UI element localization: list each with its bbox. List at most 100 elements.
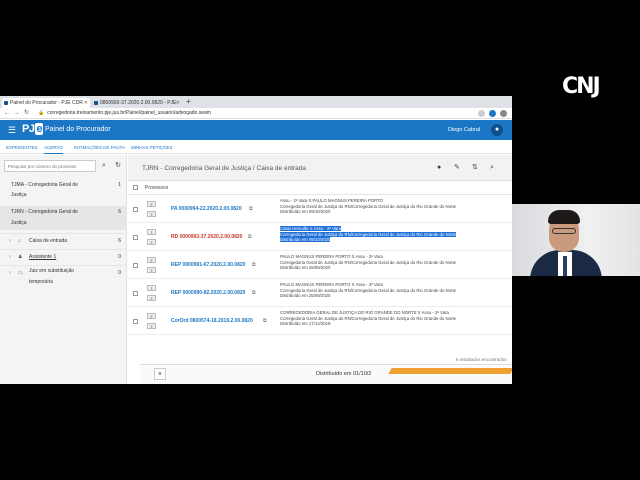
user-name[interactable]: Diego Cabral	[448, 125, 480, 135]
table-row[interactable]: ≡ ≡ RD 0000993-37.2020.2.00.0820 ⧉ Caslo…	[128, 225, 512, 251]
sidebar: ⌕ ↻ TJMA - Corregedoria Geral de Justiça…	[0, 155, 127, 384]
sidebar-item-tjrn[interactable]: TJRN - Corregedoria Geral de Justiça 6	[0, 206, 127, 230]
copy-icon[interactable]: ⧉	[249, 206, 253, 213]
menu-icon[interactable]: ≡	[147, 313, 156, 319]
menu-icon[interactable]: ≡	[154, 368, 166, 380]
browser-tab-process[interactable]: 0800993-37.2020.2.00.0820 - PJE ✕	[92, 98, 182, 108]
menu-icon[interactable]: ≡	[147, 285, 156, 291]
table-row[interactable]: ≡ ≡ REP 0000990-82.2020.2.00.0820 ⧉ PAUL…	[128, 281, 512, 307]
pje-favicon-icon	[4, 101, 8, 105]
list-header: Processos	[128, 181, 512, 195]
extension-icon[interactable]	[489, 110, 496, 117]
inbox-icon: ▭	[18, 270, 23, 276]
chevron-right-icon: ›	[9, 238, 11, 244]
tab-acervo[interactable]: ACERVO	[44, 144, 63, 154]
tab-intimacoes-de-pauta[interactable]: INTIMAÇÕES DE PAUTA	[74, 144, 125, 151]
copy-icon[interactable]: ⧉	[252, 290, 256, 297]
tag-icon[interactable]: ✎	[454, 163, 460, 172]
process-distribution: Distribuído em 01/10/2	[316, 371, 372, 377]
video-frame: CNJ Painel do Procurador - PJE CDR ✕ 080…	[0, 0, 640, 480]
breadcrumb: TJRN - Corregedoria Geral de Justiça / C…	[142, 165, 307, 172]
sidebar-item-label: Justiça	[11, 220, 27, 226]
user-avatar-icon[interactable]: ●	[491, 124, 503, 136]
sidebar-item-juiz-substituicao[interactable]: › ▭ Juiz em substituição temporária 0	[0, 265, 127, 289]
row-checkbox[interactable]	[133, 207, 138, 212]
sidebar-item-count: 6	[118, 209, 121, 215]
home-icon: ⌂	[18, 238, 22, 244]
forward-icon[interactable]: →	[14, 109, 20, 118]
process-search-input[interactable]	[4, 160, 96, 172]
search-icon[interactable]: ⌕	[98, 160, 110, 172]
address-bar: ← → ↻ 🔒 corregedoria.treinamento.pje.jus.…	[0, 108, 512, 119]
bottom-overlay: ≡ Distribuído em 01/10/2	[140, 364, 512, 384]
pje-favicon-icon	[94, 101, 98, 105]
sidebar-item-caixa-de-entrada[interactable]: › ⌂ Caixa de entrada 6	[0, 233, 127, 247]
row-checkbox[interactable]	[133, 235, 138, 240]
sidebar-item-label: temporária	[29, 279, 53, 285]
close-icon[interactable]: ✕	[176, 98, 180, 108]
sidebar-item-label: Assistente 1	[29, 254, 57, 260]
process-distribution: Distribuído em 25/09/2020	[280, 265, 331, 271]
task-icon[interactable]: ≡	[147, 295, 156, 301]
process-number[interactable]: PA 0000994-22.2020.2.00.0820	[171, 206, 242, 213]
sidebar-item-label: Juiz em substituição	[29, 268, 75, 274]
process-info: PAULO MAGNUS PEREIRA PORTO X Assu - 2ª V…	[280, 254, 508, 271]
process-info: CORREGEDORIA GERAL DE JUSTIÇA DO RIO GRA…	[280, 310, 508, 327]
menu-icon[interactable]: ≡	[147, 201, 156, 207]
hamburger-menu-icon[interactable]: ☰	[8, 125, 16, 135]
browser-tab-label: Painel do Procurador - PJE CDR	[10, 100, 83, 106]
pje-header: ☰ PJ e Painel do Procurador Diego Cabral …	[0, 120, 512, 140]
process-number[interactable]: REP 0000991-67.2020.2.00.0820	[171, 262, 245, 269]
refresh-icon[interactable]: ↻	[112, 160, 124, 172]
tab-minhas-peticoes[interactable]: MINHAS PETIÇÕES	[131, 144, 173, 151]
chevron-right-icon: ›	[9, 254, 11, 260]
sidebar-item-assistente-1[interactable]: › ♟ Assistente 1 0	[0, 249, 127, 263]
process-number[interactable]: CorOrd 0800574-18.2019.2.00.0820	[171, 318, 253, 325]
table-row[interactable]: ≡ ≡ CorOrd 0800574-18.2019.2.00.0820 ⧉ C…	[128, 309, 512, 335]
reload-icon[interactable]: ↻	[24, 109, 29, 118]
process-number[interactable]: RD 0000993-37.2020.2.00.0820	[171, 234, 242, 241]
new-tab-icon[interactable]: +	[186, 97, 191, 107]
browser-tabstrip: Painel do Procurador - PJE CDR ✕ 0800993…	[0, 96, 512, 108]
process-court: Corregedoria Geral de Justiça do RN/Corr…	[280, 231, 457, 237]
copy-icon[interactable]: ⧉	[248, 234, 252, 241]
menu-icon[interactable]: ≡	[147, 229, 156, 235]
sidebar-item-label: TJMA - Corregedoria Geral de	[11, 182, 78, 188]
star-icon[interactable]	[478, 110, 485, 117]
close-icon[interactable]: ✕	[84, 98, 88, 108]
record-icon[interactable]: ●	[437, 163, 441, 172]
sort-icon[interactable]: ⇅	[472, 163, 478, 172]
process-parties: Caslo Hercullis X Assu - 2ª Vara	[280, 226, 341, 231]
row-checkbox[interactable]	[133, 263, 138, 268]
task-icon[interactable]: ≡	[147, 323, 156, 329]
url-field[interactable]: 🔒 corregedoria.treinamento.pje.jus.br/Pai…	[38, 109, 478, 118]
process-info: Assu - 2ª Vara X PAULO MAGNUS PEREIRA PO…	[280, 198, 508, 215]
sidebar-item-count: 1	[118, 182, 121, 188]
menu-icon[interactable]: ≡	[147, 257, 156, 263]
webcam-feed	[512, 204, 640, 276]
task-icon[interactable]: ≡	[147, 267, 156, 273]
table-row[interactable]: ≡ ≡ PA 0000994-22.2020.2.00.0820 ⧉ Assu …	[128, 197, 512, 223]
select-all-checkbox[interactable]	[133, 185, 138, 190]
back-icon[interactable]: ←	[4, 109, 10, 118]
glasses	[552, 228, 576, 234]
browser-tab-painel[interactable]: Painel do Procurador - PJE CDR ✕	[2, 98, 90, 108]
task-icon[interactable]: ≡	[147, 211, 156, 217]
sidebar-item-tjma[interactable]: TJMA - Corregedoria Geral de Justiça 1	[0, 180, 127, 202]
task-icon[interactable]: ≡	[147, 239, 156, 245]
copy-icon[interactable]: ⧉	[263, 318, 267, 325]
copy-icon[interactable]: ⧉	[252, 262, 256, 269]
menu-dots-icon[interactable]	[500, 110, 507, 117]
sidebar-item-label: Caixa de entrada	[29, 238, 68, 244]
lock-icon: 🔒	[38, 110, 45, 116]
pje-logo[interactable]: PJ e	[22, 123, 44, 136]
process-distribution: Distribuído em 25/09/2020	[280, 293, 331, 299]
table-row[interactable]: ≡ ≡ REP 0000991-67.2020.2.00.0820 ⧉ PAUL…	[128, 253, 512, 279]
process-distribution: Distribuído em 09/10/2020	[280, 209, 331, 215]
tab-expedientes[interactable]: EXPEDIENTES	[6, 144, 38, 151]
row-checkbox[interactable]	[133, 319, 138, 324]
process-distribution: Distribuído em 17/12/2019	[280, 321, 331, 327]
row-checkbox[interactable]	[133, 291, 138, 296]
search-icon[interactable]: ⌕	[490, 163, 494, 172]
process-number[interactable]: REP 0000990-82.2020.2.00.0820	[171, 290, 245, 297]
